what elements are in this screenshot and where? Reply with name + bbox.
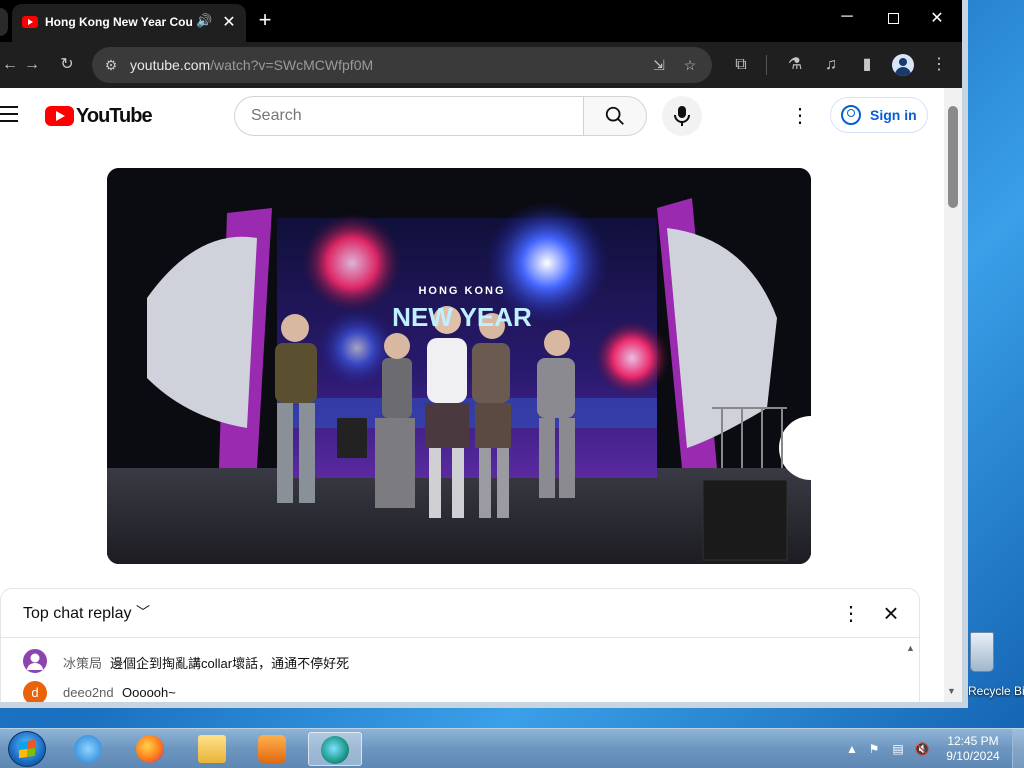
- microphone-icon: [674, 106, 690, 126]
- recycle-bin-shortcut[interactable]: Recycle Bin: [964, 630, 1024, 700]
- video-screen-title: NEW YEAR: [392, 302, 532, 332]
- browser-window: Hong Kong New Year Countdown 🔊 ✕ + ─ ✕ ←…: [0, 0, 968, 708]
- account-circle-icon: [841, 105, 861, 125]
- taskbar-media-player[interactable]: [246, 732, 300, 766]
- recycle-bin-icon: [970, 632, 994, 672]
- live-chat-panel: Top chat replay ﹀ ⋮ × ▲ 冰策局 邊個企到掏亂講colla…: [0, 588, 920, 702]
- page-scroll-down-arrow-icon[interactable]: ▼: [947, 686, 956, 696]
- start-button[interactable]: [8, 731, 46, 767]
- show-desktop-button[interactable]: [1012, 729, 1024, 768]
- url-text[interactable]: youtube.com/watch?v=SWcMCWfpf0M: [130, 57, 373, 73]
- recycle-bin-label: Recycle Bin: [968, 684, 1024, 698]
- network-icon[interactable]: ▤: [890, 741, 906, 757]
- labs-flask-icon[interactable]: ⚗: [783, 53, 807, 77]
- guide-menu-icon[interactable]: [0, 106, 20, 124]
- browser-app-icon: [321, 736, 349, 764]
- folder-icon: [198, 735, 226, 763]
- address-bar[interactable]: ⚙ youtube.com/watch?v=SWcMCWfpf0M ⇲ ☆: [92, 47, 712, 83]
- volume-muted-icon[interactable]: 🔇: [914, 741, 930, 757]
- install-app-icon[interactable]: ⇲: [648, 54, 670, 76]
- back-icon[interactable]: ←: [0, 53, 22, 77]
- url-host: youtube.com: [130, 57, 211, 73]
- chat-mode-dropdown[interactable]: Top chat replay: [23, 605, 132, 623]
- media-player-icon: [258, 735, 286, 763]
- chevron-down-icon[interactable]: ﹀: [136, 602, 150, 622]
- forward-icon[interactable]: →: [20, 53, 44, 77]
- active-tab[interactable]: Hong Kong New Year Countdown 🔊 ✕: [12, 4, 246, 42]
- window-maximize-button[interactable]: [878, 8, 908, 32]
- chat-more-icon[interactable]: ⋮: [841, 601, 861, 625]
- voice-search-button[interactable]: [662, 96, 702, 136]
- tab-title: Hong Kong New Year Countdown: [45, 15, 193, 29]
- youtube-logo-text: YouTube: [76, 105, 153, 127]
- clock-date: 9/10/2024: [946, 749, 1000, 763]
- new-tab-button[interactable]: +: [255, 7, 275, 33]
- taskbar-internet-explorer[interactable]: [62, 732, 116, 766]
- media-controls-icon[interactable]: ♫: [819, 53, 843, 77]
- chat-close-icon[interactable]: ×: [879, 600, 903, 626]
- video-screen-caption: HONG KONG: [418, 285, 505, 297]
- video-player[interactable]: HONG KONG NEW YEAR: [107, 168, 811, 564]
- taskbar-firefox[interactable]: [124, 732, 178, 766]
- search-icon: [605, 106, 624, 125]
- search-input[interactable]: [251, 106, 571, 126]
- search-button[interactable]: [583, 96, 647, 136]
- youtube-favicon-icon: [22, 16, 38, 28]
- sign-in-button[interactable]: Sign in: [830, 97, 928, 133]
- chat-avatar[interactable]: [23, 649, 47, 673]
- chat-message: 冰策局 邊個企到掏亂講collar壞話，通通不停好死: [23, 649, 903, 673]
- url-path: /watch?v=SWcMCWfpf0M: [210, 57, 374, 73]
- tab-audio-icon[interactable]: 🔊: [196, 13, 212, 29]
- page-scrollbar-thumb[interactable]: [948, 106, 958, 208]
- youtube-play-logo-icon: [45, 106, 74, 126]
- profile-avatar-icon[interactable]: [892, 54, 914, 76]
- firefox-icon: [136, 735, 164, 763]
- action-center-flag-icon[interactable]: ⚑: [866, 741, 882, 757]
- chat-text: Oooooh~: [122, 685, 176, 700]
- sign-in-label: Sign in: [870, 107, 917, 123]
- youtube-page: YouTube ⋮ Sign in: [0, 88, 962, 702]
- chat-author[interactable]: deeo2nd: [63, 685, 114, 700]
- tab-close-icon[interactable]: ✕: [220, 12, 238, 32]
- chat-scroll-up-arrow-icon[interactable]: ▲: [906, 643, 915, 653]
- window-close-button[interactable]: ✕: [922, 8, 952, 32]
- internet-explorer-icon: [74, 735, 102, 763]
- chat-message: d deeo2nd Oooooh~: [23, 681, 903, 702]
- concert-stage-scene: HONG KONG NEW YEAR: [107, 168, 811, 564]
- system-clock[interactable]: 12:45 PM 9/10/2024: [940, 734, 1006, 764]
- previous-tab-edge[interactable]: [0, 8, 8, 36]
- browser-menu-icon[interactable]: ⋮: [927, 53, 951, 77]
- site-info-icon[interactable]: ⚙: [100, 54, 122, 76]
- side-panel-icon[interactable]: ▮: [855, 53, 879, 77]
- bookmark-star-icon[interactable]: ☆: [679, 54, 701, 76]
- browser-titlebar: Hong Kong New Year Countdown 🔊 ✕ + ─ ✕: [0, 0, 962, 42]
- chat-header: Top chat replay ﹀ ⋮ ×: [1, 589, 919, 638]
- taskbar-browser-active[interactable]: [308, 732, 362, 766]
- chat-text: 邊個企到掏亂講collar壞話，通通不停好死: [110, 656, 350, 671]
- browser-toolbar: ← → ↻ ⚙ youtube.com/watch?v=SWcMCWfpf0M …: [0, 42, 962, 88]
- settings-more-icon[interactable]: ⋮: [790, 104, 810, 128]
- chat-author[interactable]: 冰策局: [63, 653, 102, 672]
- window-minimize-button[interactable]: ─: [832, 8, 862, 32]
- clock-time: 12:45 PM: [947, 734, 999, 748]
- chat-avatar[interactable]: d: [23, 681, 47, 702]
- taskbar-file-explorer[interactable]: [186, 732, 240, 766]
- windows-taskbar: ▲ ⚑ ▤ 🔇 12:45 PM 9/10/2024: [0, 728, 1024, 768]
- search-box[interactable]: [234, 96, 584, 136]
- toolbar-divider: [766, 55, 767, 75]
- user-silhouette-icon: [27, 653, 43, 670]
- reload-icon[interactable]: ↻: [55, 53, 79, 77]
- extensions-icon[interactable]: ⧉: [729, 53, 753, 77]
- show-hidden-icons-arrow-icon[interactable]: ▲: [844, 741, 860, 757]
